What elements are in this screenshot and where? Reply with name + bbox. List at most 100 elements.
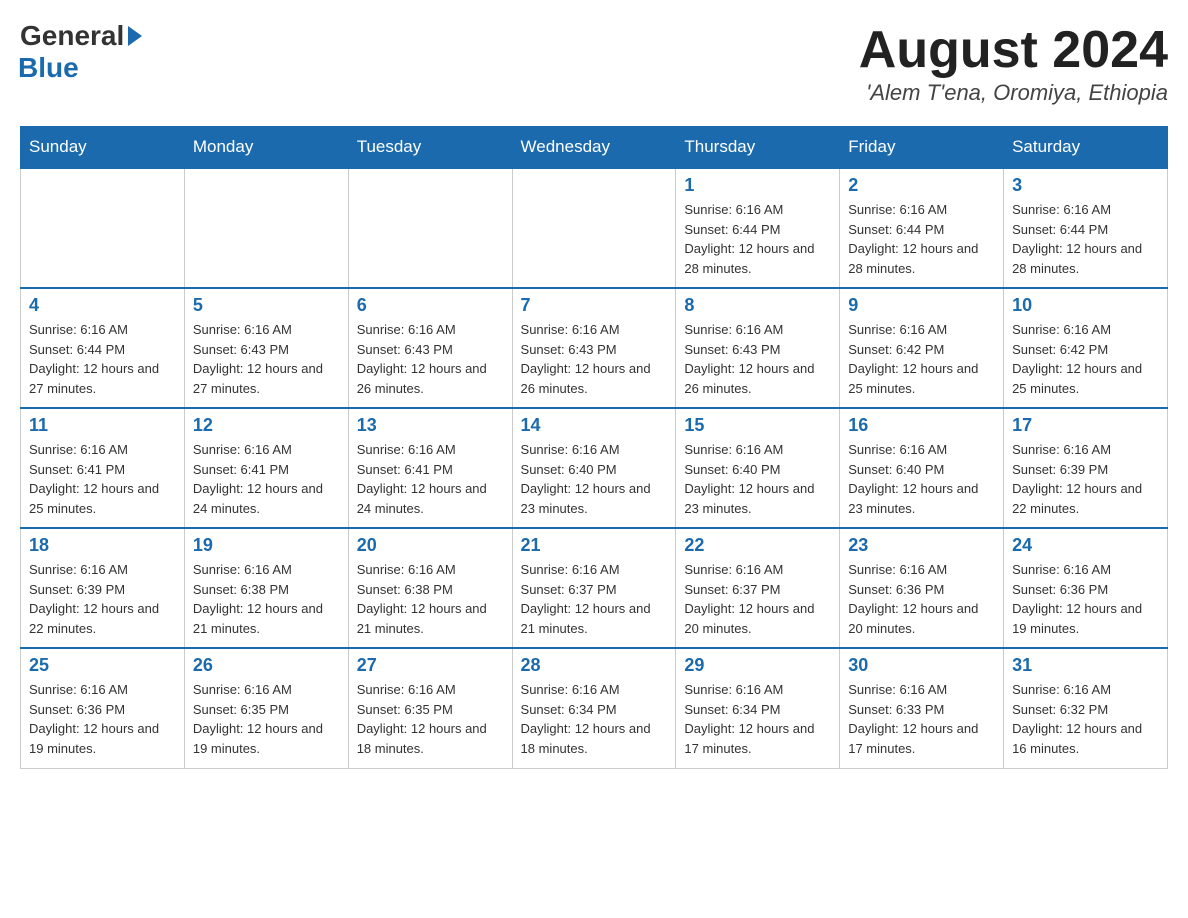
logo-triangle-icon [128, 26, 142, 46]
day-info: Sunrise: 6:16 AM Sunset: 6:37 PM Dayligh… [521, 560, 668, 638]
day-header-monday: Monday [184, 127, 348, 169]
week-row-2: 4 Sunrise: 6:16 AM Sunset: 6:44 PM Daylig… [21, 288, 1168, 408]
day-header-saturday: Saturday [1004, 127, 1168, 169]
day-number: 12 [193, 415, 340, 436]
logo: General Blue [20, 20, 142, 84]
main-title: August 2024 [859, 20, 1168, 80]
day-number: 27 [357, 655, 504, 676]
calendar-cell: 12 Sunrise: 6:16 AM Sunset: 6:41 PM Dayli… [184, 408, 348, 528]
calendar-cell: 22Sunrise: 6:16 AM Sunset: 6:37 PM Dayli… [676, 528, 840, 648]
day-info: Sunrise: 6:16 AM Sunset: 6:35 PM Dayligh… [357, 680, 504, 758]
calendar-cell: 2 Sunrise: 6:16 AM Sunset: 6:44 PM Daylig… [840, 168, 1004, 288]
calendar-cell: 26 Sunrise: 6:16 AM Sunset: 6:35 PM Dayli… [184, 648, 348, 768]
calendar-cell: 3 Sunrise: 6:16 AM Sunset: 6:44 PM Daylig… [1004, 168, 1168, 288]
day-info: Sunrise: 6:16 AM Sunset: 6:43 PM Dayligh… [521, 320, 668, 398]
day-number: 18 [29, 535, 176, 556]
day-info: Sunrise: 6:16 AM Sunset: 6:42 PM Dayligh… [848, 320, 995, 398]
day-number: 6 [357, 295, 504, 316]
day-number: 20 [357, 535, 504, 556]
day-info: Sunrise: 6:16 AM Sunset: 6:43 PM Dayligh… [357, 320, 504, 398]
day-number: 1 [684, 175, 831, 196]
week-row-1: 1 Sunrise: 6:16 AM Sunset: 6:44 PM Daylig… [21, 168, 1168, 288]
location-subtitle: 'Alem T'ena, Oromiya, Ethiopia [859, 80, 1168, 106]
calendar-cell: 11 Sunrise: 6:16 AM Sunset: 6:41 PM Dayli… [21, 408, 185, 528]
day-number: 5 [193, 295, 340, 316]
day-number: 23 [848, 535, 995, 556]
calendar-cell: 27 Sunrise: 6:16 AM Sunset: 6:35 PM Dayli… [348, 648, 512, 768]
day-number: 2 [848, 175, 995, 196]
day-info: Sunrise: 6:16 AM Sunset: 6:41 PM Dayligh… [193, 440, 340, 518]
day-number: 17 [1012, 415, 1159, 436]
day-info: Sunrise: 6:16 AM Sunset: 6:43 PM Dayligh… [684, 320, 831, 398]
day-header-wednesday: Wednesday [512, 127, 676, 169]
calendar-cell: 19Sunrise: 6:16 AM Sunset: 6:38 PM Dayli… [184, 528, 348, 648]
calendar-table: SundayMondayTuesdayWednesdayThursdayFrid… [20, 126, 1168, 769]
title-section: August 2024 'Alem T'ena, Oromiya, Ethiop… [859, 20, 1168, 106]
calendar-cell: 7 Sunrise: 6:16 AM Sunset: 6:43 PM Daylig… [512, 288, 676, 408]
calendar-cell: 29Sunrise: 6:16 AM Sunset: 6:34 PM Dayli… [676, 648, 840, 768]
calendar-cell: 14Sunrise: 6:16 AM Sunset: 6:40 PM Dayli… [512, 408, 676, 528]
day-number: 25 [29, 655, 176, 676]
calendar-cell: 25 Sunrise: 6:16 AM Sunset: 6:36 PM Dayli… [21, 648, 185, 768]
day-number: 31 [1012, 655, 1159, 676]
day-header-friday: Friday [840, 127, 1004, 169]
day-info: Sunrise: 6:16 AM Sunset: 6:42 PM Dayligh… [1012, 320, 1159, 398]
day-info: Sunrise: 6:16 AM Sunset: 6:41 PM Dayligh… [29, 440, 176, 518]
logo-general-text: General [20, 20, 124, 52]
day-header-thursday: Thursday [676, 127, 840, 169]
calendar-cell [348, 168, 512, 288]
day-info: Sunrise: 6:16 AM Sunset: 6:44 PM Dayligh… [29, 320, 176, 398]
calendar-cell: 10Sunrise: 6:16 AM Sunset: 6:42 PM Dayli… [1004, 288, 1168, 408]
week-row-3: 11 Sunrise: 6:16 AM Sunset: 6:41 PM Dayli… [21, 408, 1168, 528]
day-number: 21 [521, 535, 668, 556]
day-info: Sunrise: 6:16 AM Sunset: 6:39 PM Dayligh… [1012, 440, 1159, 518]
day-number: 13 [357, 415, 504, 436]
day-number: 29 [684, 655, 831, 676]
calendar-header-row: SundayMondayTuesdayWednesdayThursdayFrid… [21, 127, 1168, 169]
day-info: Sunrise: 6:16 AM Sunset: 6:34 PM Dayligh… [521, 680, 668, 758]
day-number: 4 [29, 295, 176, 316]
day-info: Sunrise: 6:16 AM Sunset: 6:40 PM Dayligh… [848, 440, 995, 518]
day-info: Sunrise: 6:16 AM Sunset: 6:44 PM Dayligh… [1012, 200, 1159, 278]
calendar-cell: 20 Sunrise: 6:16 AM Sunset: 6:38 PM Dayli… [348, 528, 512, 648]
day-info: Sunrise: 6:16 AM Sunset: 6:40 PM Dayligh… [684, 440, 831, 518]
day-number: 9 [848, 295, 995, 316]
day-number: 7 [521, 295, 668, 316]
day-number: 8 [684, 295, 831, 316]
day-info: Sunrise: 6:16 AM Sunset: 6:36 PM Dayligh… [29, 680, 176, 758]
calendar-cell: 24Sunrise: 6:16 AM Sunset: 6:36 PM Dayli… [1004, 528, 1168, 648]
calendar-cell [21, 168, 185, 288]
day-info: Sunrise: 6:16 AM Sunset: 6:38 PM Dayligh… [357, 560, 504, 638]
day-info: Sunrise: 6:16 AM Sunset: 6:37 PM Dayligh… [684, 560, 831, 638]
calendar-cell: 18Sunrise: 6:16 AM Sunset: 6:39 PM Dayli… [21, 528, 185, 648]
day-number: 26 [193, 655, 340, 676]
day-number: 15 [684, 415, 831, 436]
calendar-cell: 17 Sunrise: 6:16 AM Sunset: 6:39 PM Dayli… [1004, 408, 1168, 528]
day-info: Sunrise: 6:16 AM Sunset: 6:44 PM Dayligh… [848, 200, 995, 278]
calendar-cell: 16Sunrise: 6:16 AM Sunset: 6:40 PM Dayli… [840, 408, 1004, 528]
week-row-5: 25 Sunrise: 6:16 AM Sunset: 6:36 PM Dayli… [21, 648, 1168, 768]
calendar-cell: 31 Sunrise: 6:16 AM Sunset: 6:32 PM Dayli… [1004, 648, 1168, 768]
page-header: General Blue August 2024 'Alem T'ena, Or… [20, 20, 1168, 106]
day-info: Sunrise: 6:16 AM Sunset: 6:33 PM Dayligh… [848, 680, 995, 758]
day-info: Sunrise: 6:16 AM Sunset: 6:32 PM Dayligh… [1012, 680, 1159, 758]
day-info: Sunrise: 6:16 AM Sunset: 6:43 PM Dayligh… [193, 320, 340, 398]
day-number: 24 [1012, 535, 1159, 556]
calendar-cell: 23 Sunrise: 6:16 AM Sunset: 6:36 PM Dayli… [840, 528, 1004, 648]
calendar-cell: 8 Sunrise: 6:16 AM Sunset: 6:43 PM Daylig… [676, 288, 840, 408]
day-info: Sunrise: 6:16 AM Sunset: 6:44 PM Dayligh… [684, 200, 831, 278]
calendar-cell: 28 Sunrise: 6:16 AM Sunset: 6:34 PM Dayli… [512, 648, 676, 768]
calendar-cell: 15 Sunrise: 6:16 AM Sunset: 6:40 PM Dayli… [676, 408, 840, 528]
day-info: Sunrise: 6:16 AM Sunset: 6:36 PM Dayligh… [848, 560, 995, 638]
day-number: 3 [1012, 175, 1159, 196]
day-number: 28 [521, 655, 668, 676]
day-number: 11 [29, 415, 176, 436]
calendar-cell: 5 Sunrise: 6:16 AM Sunset: 6:43 PM Daylig… [184, 288, 348, 408]
day-header-tuesday: Tuesday [348, 127, 512, 169]
day-info: Sunrise: 6:16 AM Sunset: 6:38 PM Dayligh… [193, 560, 340, 638]
calendar-cell: 13Sunrise: 6:16 AM Sunset: 6:41 PM Dayli… [348, 408, 512, 528]
calendar-cell: 30 Sunrise: 6:16 AM Sunset: 6:33 PM Dayli… [840, 648, 1004, 768]
calendar-cell [184, 168, 348, 288]
day-info: Sunrise: 6:16 AM Sunset: 6:35 PM Dayligh… [193, 680, 340, 758]
day-number: 30 [848, 655, 995, 676]
